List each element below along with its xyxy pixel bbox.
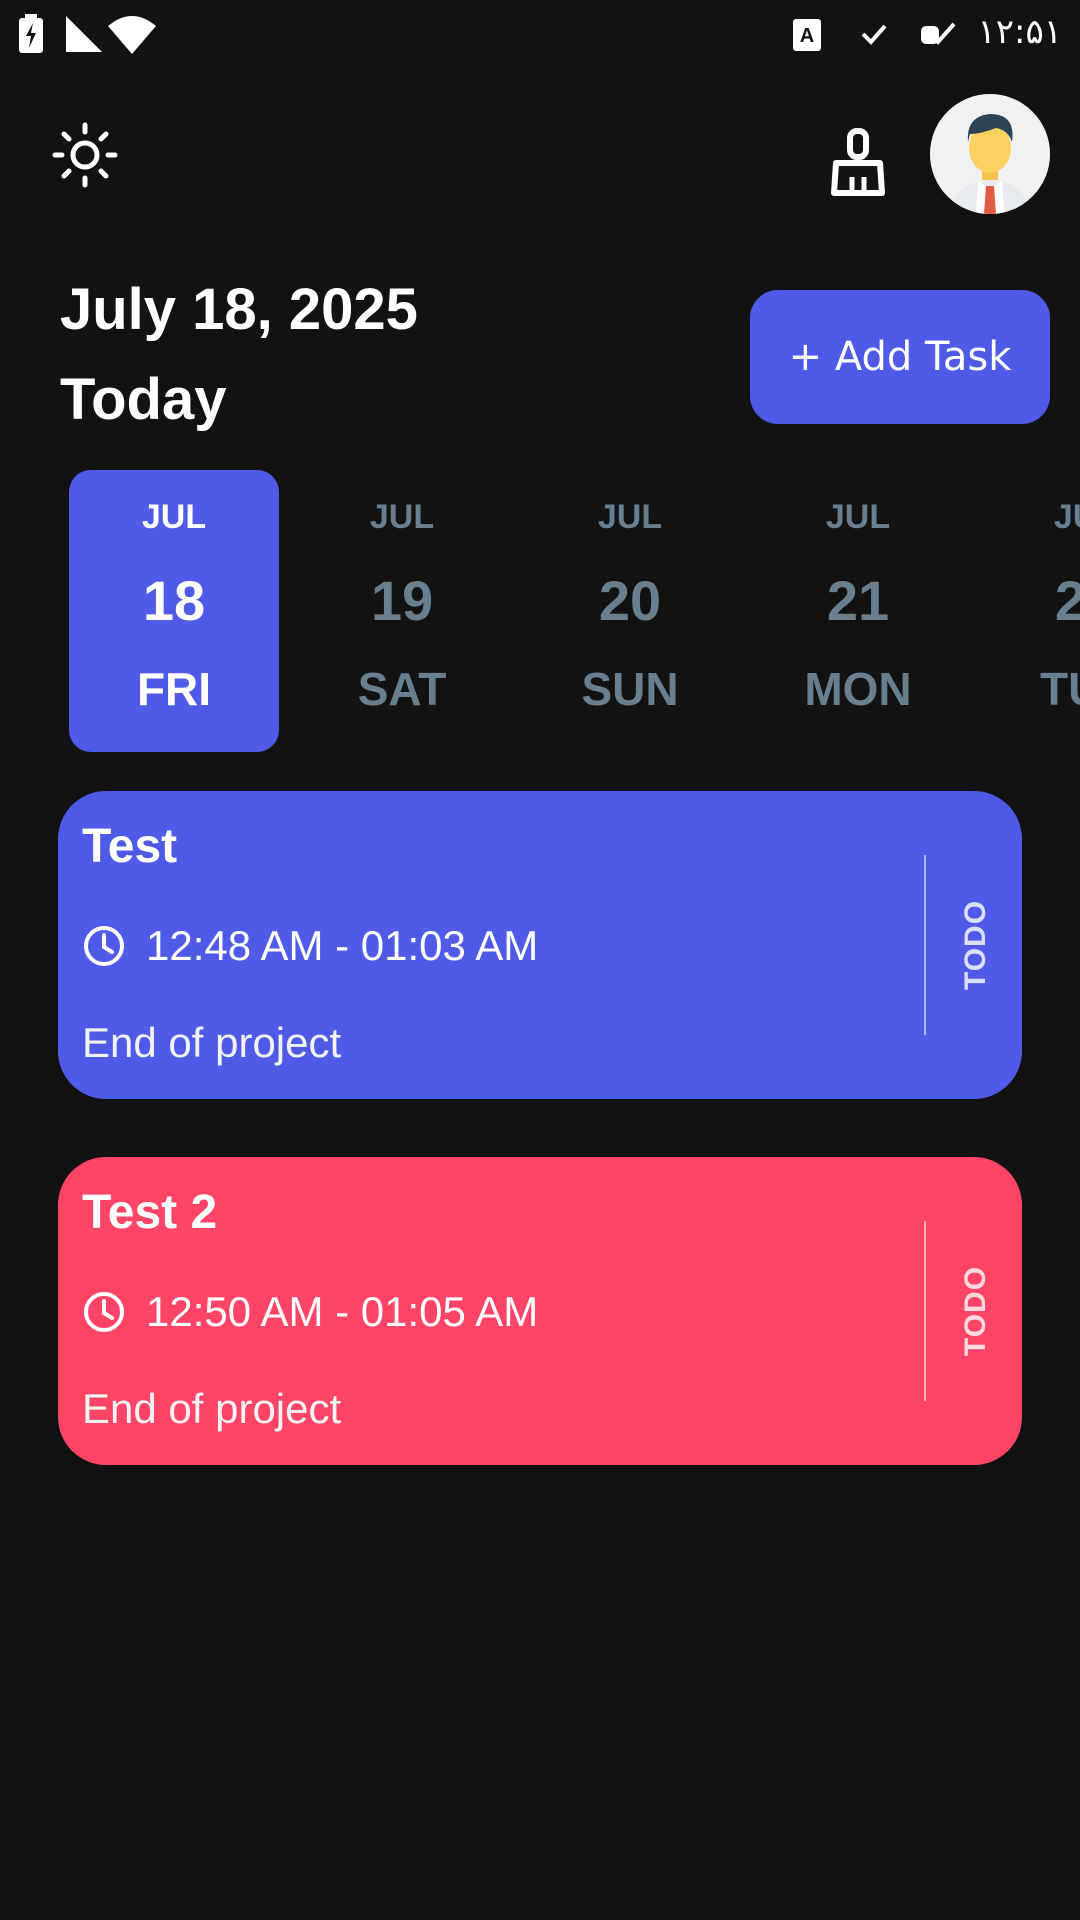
- task-divider: [924, 1221, 926, 1401]
- task-divider: [924, 855, 926, 1035]
- cell-signal-icon: [66, 16, 102, 52]
- day-month: JUL: [141, 498, 207, 536]
- task-time-row: 12:48 AM - 01:03 AM: [82, 921, 538, 971]
- task-card[interactable]: Test 12:48 AM - 01:03 AM End of project …: [58, 791, 1022, 1099]
- task-status-label: TODO: [959, 899, 992, 991]
- day-item-18[interactable]: JUL 18 FRI: [69, 470, 279, 752]
- day-weekday: TUE: [1040, 663, 1080, 715]
- date-picker-strip[interactable]: JUL 18 FRI JUL 19 SAT JUL 20 SUN JUL 21 …: [0, 470, 1080, 754]
- task-status-label: TODO: [959, 1265, 992, 1357]
- clock-icon: [84, 1292, 124, 1332]
- task-time-row: 12:50 AM - 01:05 AM: [82, 1287, 538, 1337]
- status-time: ۱۲:۵۱: [977, 12, 1062, 52]
- battery-charging-icon: [19, 14, 43, 53]
- today-label: Today: [60, 367, 227, 432]
- clock-icon: [84, 926, 124, 966]
- task-note: End of project: [82, 1019, 342, 1066]
- day-weekday: FRI: [136, 663, 212, 715]
- check-icon: [861, 24, 887, 45]
- task-title: Test: [82, 820, 178, 873]
- theme-toggle-button[interactable]: [50, 120, 120, 190]
- task-note: End of project: [82, 1385, 342, 1432]
- profile-avatar[interactable]: [930, 94, 1050, 214]
- day-month: JUL: [825, 498, 891, 536]
- svg-text:A: A: [800, 25, 814, 47]
- task-time: 12:48 AM - 01:03 AM: [146, 922, 539, 969]
- day-month: JUL: [597, 498, 663, 536]
- day-item-19[interactable]: JUL 19 SAT: [297, 470, 507, 752]
- day-number: 22: [1054, 569, 1080, 632]
- wifi-icon: [108, 16, 156, 54]
- task-time: 12:50 AM - 01:05 AM: [146, 1288, 539, 1335]
- day-number: 18: [142, 569, 206, 632]
- day-item-22[interactable]: JUL 22 TUE: [981, 470, 1080, 752]
- day-number: 21: [826, 569, 890, 632]
- day-weekday: MON: [804, 663, 912, 715]
- sun-icon: [52, 122, 118, 188]
- clear-tasks-button[interactable]: [820, 125, 896, 201]
- add-task-button[interactable]: + Add Task: [750, 290, 1050, 424]
- broom-icon: [831, 128, 885, 196]
- date-title: July 18, 2025: [60, 277, 418, 342]
- day-item-20[interactable]: JUL 20 SUN: [525, 470, 735, 752]
- keyboard-a-icon: A: [793, 19, 821, 51]
- task-card[interactable]: Test 2 12:50 AM - 01:05 AM End of projec…: [58, 1157, 1022, 1465]
- day-number: 20: [598, 569, 662, 632]
- day-month: JUL: [1053, 498, 1080, 536]
- user-avatar-icon: [930, 94, 1050, 214]
- status-bar: A ۱۲:۵۱: [0, 0, 1080, 70]
- day-month: JUL: [369, 498, 435, 536]
- task-title: Test 2: [82, 1186, 218, 1239]
- day-weekday: SUN: [581, 663, 679, 715]
- task-status: TODO: [946, 855, 1006, 1035]
- day-item-21[interactable]: JUL 21 MON: [753, 470, 963, 752]
- task-status: TODO: [946, 1221, 1006, 1401]
- top-bar: [0, 90, 1080, 220]
- day-weekday: SAT: [357, 663, 447, 715]
- tag-check-icon: [921, 22, 956, 45]
- day-number: 19: [370, 569, 434, 632]
